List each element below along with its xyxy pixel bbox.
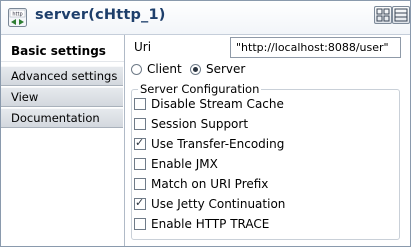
uri-input[interactable]: "http://localhost:8088/user" [230, 37, 401, 58]
server-configuration-title: Server Configuration [138, 82, 262, 96]
uri-label: Uri [134, 40, 152, 54]
component-view-panel: http server(cHttp_1) Basic settings Adva… [0, 0, 411, 247]
tab-basic-settings[interactable]: Basic settings [1, 42, 124, 62]
settings-tab-list: Basic settings Advanced settings View Do… [1, 35, 125, 246]
checkbox-label: Enable HTTP TRACE [151, 217, 270, 231]
list-icon [394, 8, 408, 22]
server-radio-label: Server [206, 62, 246, 76]
tab-view[interactable]: View [1, 87, 123, 107]
http-icon-label: http [12, 12, 22, 18]
tab-advanced-settings[interactable]: Advanced settings [1, 66, 123, 86]
checkbox-box[interactable] [134, 178, 146, 190]
checkbox-label: Use Transfer-Encoding [151, 137, 285, 151]
checkbox-box[interactable] [134, 118, 146, 130]
http-component-icon: http [8, 8, 27, 27]
checkbox-box[interactable] [134, 218, 146, 230]
checkbox-box[interactable] [134, 158, 146, 170]
checkbox-label: Enable JMX [151, 157, 218, 171]
checkbox-label: Use Jetty Continuation [151, 197, 286, 211]
client-radio-label: Client [147, 62, 182, 76]
checkbox-label: Session Support [151, 117, 249, 131]
checkbox-box[interactable] [134, 136, 146, 150]
checkbox-box[interactable] [134, 196, 146, 210]
checkbox-box[interactable] [134, 98, 146, 110]
component-header: http server(cHttp_1) [1, 1, 410, 35]
grid-icon [376, 8, 390, 22]
component-title: server(cHttp_1) [35, 7, 166, 23]
list-view-button[interactable] [392, 6, 410, 24]
tab-documentation[interactable]: Documentation [1, 108, 123, 128]
checkbox-label: Disable Stream Cache [151, 97, 284, 111]
server-radio-dot[interactable] [190, 64, 201, 75]
grid-view-button[interactable] [374, 6, 392, 24]
checkbox-label: Match on URI Prefix [151, 177, 269, 191]
client-radio-dot[interactable] [131, 64, 142, 75]
